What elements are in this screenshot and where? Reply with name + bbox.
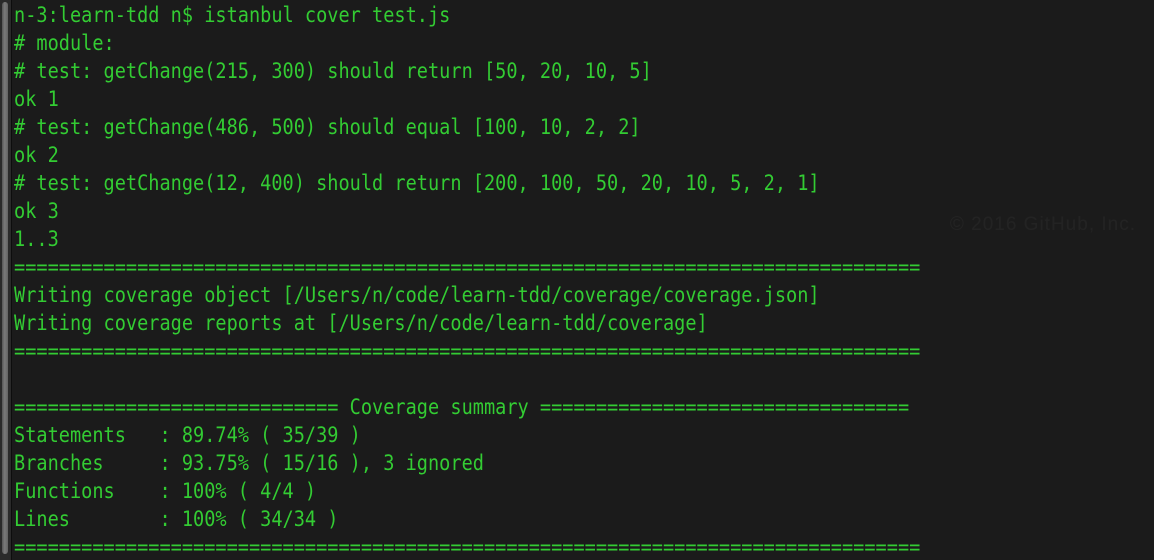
terminal-output[interactable]: n-3:learn-tdd n$ istanbul cover test.js … bbox=[14, 0, 1154, 560]
terminal-line-test-1: # test: getChange(215, 300) should retur… bbox=[14, 59, 652, 83]
terminal-line-lines: Lines : 100% ( 34/34 ) bbox=[14, 507, 339, 531]
terminal-line-separator-3: ========================================… bbox=[14, 535, 921, 559]
terminal-line-test-2: # test: getChange(486, 500) should equal… bbox=[14, 115, 641, 139]
terminal-line-branches: Branches : 93.75% ( 15/16 ), 3 ignored bbox=[14, 451, 484, 475]
terminal-line-test-3: # test: getChange(12, 400) should return… bbox=[14, 171, 820, 195]
terminal-line-module: # module: bbox=[14, 31, 115, 55]
terminal-line-separator-1: ========================================… bbox=[14, 255, 921, 279]
vertical-scrollbar[interactable] bbox=[0, 0, 12, 560]
terminal-line-functions: Functions : 100% ( 4/4 ) bbox=[14, 479, 317, 503]
terminal-line-write-object: Writing coverage object [/Users/n/code/l… bbox=[14, 283, 820, 307]
terminal-line-ok-2: ok 2 bbox=[14, 143, 59, 167]
terminal-line-separator-2: ========================================… bbox=[14, 339, 921, 363]
scrollbar-thumb[interactable] bbox=[2, 2, 8, 554]
terminal-line-command: n-3:learn-tdd n$ istanbul cover test.js bbox=[14, 3, 451, 27]
terminal-line-summary-header: ============================= Coverage s… bbox=[14, 395, 910, 419]
terminal-line-ok-1: ok 1 bbox=[14, 87, 59, 111]
terminal-window: n-3:learn-tdd n$ istanbul cover test.js … bbox=[0, 0, 1154, 560]
terminal-line-ok-3: ok 3 bbox=[14, 199, 59, 223]
terminal-line-tap-plan: 1..3 bbox=[14, 227, 59, 251]
terminal-line-statements: Statements : 89.74% ( 35/39 ) bbox=[14, 423, 361, 447]
terminal-line-write-reports: Writing coverage reports at [/Users/n/co… bbox=[14, 311, 708, 335]
